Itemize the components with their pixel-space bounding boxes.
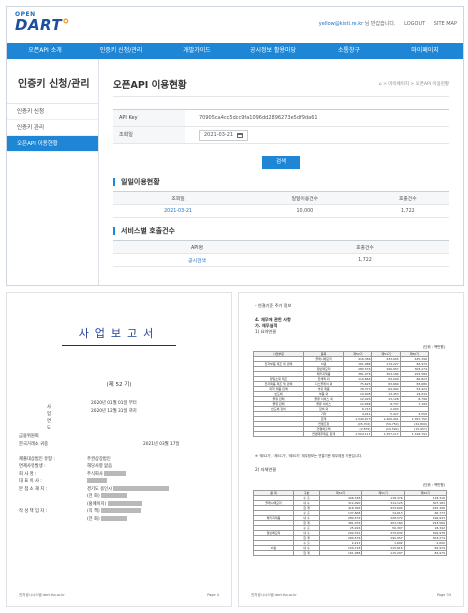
table-cell: 1,722 bbox=[281, 253, 449, 267]
daily-usage-heading: 일일이용현황 bbox=[113, 178, 449, 186]
table-row: 합 계 161,988 115,297 84,979 bbox=[253, 550, 448, 556]
sidebar-title: 인증키 신청/관리 bbox=[7, 59, 98, 104]
api-key-value: 70905ca4cc5dcc9fa1096dd2896273e5df9da61 bbox=[199, 115, 318, 121]
main-content: 오픈API 이용현황 ⌂ > 마이페이지 > 오픈API 이용현황 API Ke… bbox=[99, 59, 463, 285]
redacted-block bbox=[107, 500, 142, 506]
report-term: (제 52 기) bbox=[106, 382, 132, 388]
sidebar-item-key-request[interactable]: 인증키 신청 bbox=[7, 104, 98, 120]
table-cell: 합 계 bbox=[292, 550, 321, 556]
sidebar: 인증키 신청/관리 인증키 신청 인증키 관리 오픈API 이용현황 bbox=[7, 59, 99, 285]
table-cell bbox=[253, 550, 294, 556]
section-note: - 연결기준 주가 정보 bbox=[255, 303, 292, 308]
table-row: 연결재무제표 합계 1,504,111 1,357,117 1,316,791 bbox=[253, 431, 430, 437]
report-cover-page: 사업보고서 (제 52 기) 사업연도 2020년 01월 01일 부터 202… bbox=[6, 292, 232, 607]
table-cell: 연결재무제표 합계 bbox=[302, 431, 345, 437]
table-cell bbox=[253, 431, 304, 437]
sitemap-link[interactable]: SITE MAP bbox=[434, 21, 457, 27]
gnb-item-community[interactable]: 소통창구 bbox=[311, 43, 387, 59]
unit-label: (단위 : 백만원) bbox=[422, 345, 445, 349]
redacted-block bbox=[101, 515, 127, 521]
utility-links: yellow@kisti.re.kr 님 반갑습니다. LOGOUT SITE … bbox=[319, 20, 457, 27]
search-form: API Key 70905ca4cc5dcc9fa1096dd2896273e5… bbox=[113, 109, 449, 144]
table-cell: 84,979 bbox=[403, 550, 448, 556]
redacted-block bbox=[104, 470, 127, 476]
gnb-item-dev-guide[interactable]: 개발가이드 bbox=[159, 43, 235, 59]
column-header: 호출건수 bbox=[366, 191, 449, 205]
page-title: 오픈API 이용현황 bbox=[113, 59, 449, 97]
report-title: 사업보고서 bbox=[78, 327, 160, 340]
user-id: yellow@kisti.re.kr bbox=[318, 21, 364, 27]
redacted-block bbox=[101, 493, 127, 498]
sidebar-item-api-usage[interactable]: 오픈API 이용현황 bbox=[7, 136, 98, 152]
column-header: API명 bbox=[113, 240, 281, 254]
gnb-item-key-management[interactable]: 인증키 신청/관리 bbox=[83, 43, 159, 59]
service-usage-table: API명 호출건수 공시검색 1,722 bbox=[113, 240, 449, 267]
redacted-block bbox=[113, 485, 170, 491]
gnb-item-mypage[interactable]: 마이페이지 bbox=[387, 43, 463, 59]
gnb-item-disclosure-use[interactable]: 공시정보 활용마당 bbox=[235, 43, 311, 59]
submit-date: 2021년 03월 17일 bbox=[143, 441, 180, 447]
table-cell: 161,988 bbox=[319, 550, 363, 556]
table-cell: 1,722 bbox=[366, 204, 449, 218]
daily-usage-table: 조회일 일일이용건수 호출건수 2021-03-21 10,000 1,722 bbox=[113, 191, 449, 218]
date-label: 조회일 bbox=[113, 127, 185, 143]
column-header: 조회일 bbox=[113, 191, 244, 205]
page-footer: 전자공시시스템 dart.fss.or.kr Page 4 bbox=[19, 593, 219, 597]
table-cell: 10,000 bbox=[243, 204, 367, 218]
column-header: 호출건수 bbox=[281, 240, 449, 254]
table-caption: 1) 요약연결 bbox=[255, 329, 277, 334]
redacted-block bbox=[101, 508, 141, 513]
date-picker[interactable]: 2021-03-21 bbox=[199, 129, 249, 141]
search-button[interactable]: 검색 bbox=[262, 156, 300, 169]
table-cell: 1,504,111 bbox=[343, 431, 373, 437]
breadcrumb: ⌂ > 마이페이지 > 오픈API 이용현황 bbox=[378, 82, 449, 87]
api-name-link[interactable]: 공시검색 bbox=[113, 253, 281, 267]
table-row: 공시검색 1,722 bbox=[113, 253, 449, 267]
sidebar-item-key-management[interactable]: 인증키 관리 bbox=[7, 120, 98, 136]
sales-by-segment-table: 사업부문 품목 제52기 제51기 제50기 플래시메모리 416,366 433,605 42… bbox=[253, 351, 430, 437]
top-bar: OPEN DART° yellow@kisti.re.kr 님 반갑습니다. L… bbox=[7, 7, 463, 43]
logout-link[interactable]: LOGOUT bbox=[404, 21, 425, 27]
unit-label: (단위 : 백만원) bbox=[422, 483, 445, 487]
page-footer: 전자공시시스템 dart.fss.or.kr Page 33 bbox=[251, 593, 451, 597]
company-info: 금융위원회 한국거래소 귀중 2021년 03월 17일 제출대상법인 유형 :주… bbox=[19, 434, 180, 522]
greeting: 님 반갑습니다. bbox=[363, 21, 396, 27]
table-cell: 115,297 bbox=[361, 550, 405, 556]
date-value: 2021-03-21 bbox=[204, 132, 234, 138]
table-cell: 1,316,791 bbox=[399, 431, 430, 437]
column-header: 일일이용건수 bbox=[243, 191, 367, 205]
redacted-block bbox=[87, 478, 107, 483]
gnb-item-openapi-intro[interactable]: 오픈API 소개 bbox=[7, 43, 83, 59]
service-usage-heading: 서비스별 호출건수 bbox=[113, 227, 449, 235]
opendart-logo[interactable]: OPEN DART° bbox=[15, 12, 70, 33]
table-caption: 2) 자체연결 bbox=[255, 467, 277, 472]
api-key-label: API Key bbox=[113, 110, 185, 126]
opendart-window: OPEN DART° yellow@kisti.re.kr 님 반갑습니다. L… bbox=[6, 6, 464, 286]
date-link[interactable]: 2021-03-21 bbox=[113, 204, 244, 218]
table-row: 2021-03-21 10,000 1,722 bbox=[113, 204, 449, 218]
table-cell: 1,357,117 bbox=[371, 431, 401, 437]
calendar-icon[interactable] bbox=[237, 132, 244, 138]
sales-by-product-table: 품 목 구분 제52기 제51기 제50기 수 출 406,336 118,376 118,31… bbox=[253, 490, 448, 556]
table-note: ※ '제52기', '제51기', '제50기' 재무정보는 연결기준 재무제표… bbox=[255, 454, 363, 458]
financial-section-page: - 연결기준 주가 정보 4. 재무에 관한 사항 가. 재무실적 1) 요약연… bbox=[238, 292, 464, 607]
global-nav: 오픈API 소개 인증키 신청/관리 개발가이드 공시정보 활용마당 소통창구 … bbox=[7, 43, 463, 59]
logo-text: DART bbox=[15, 16, 63, 34]
